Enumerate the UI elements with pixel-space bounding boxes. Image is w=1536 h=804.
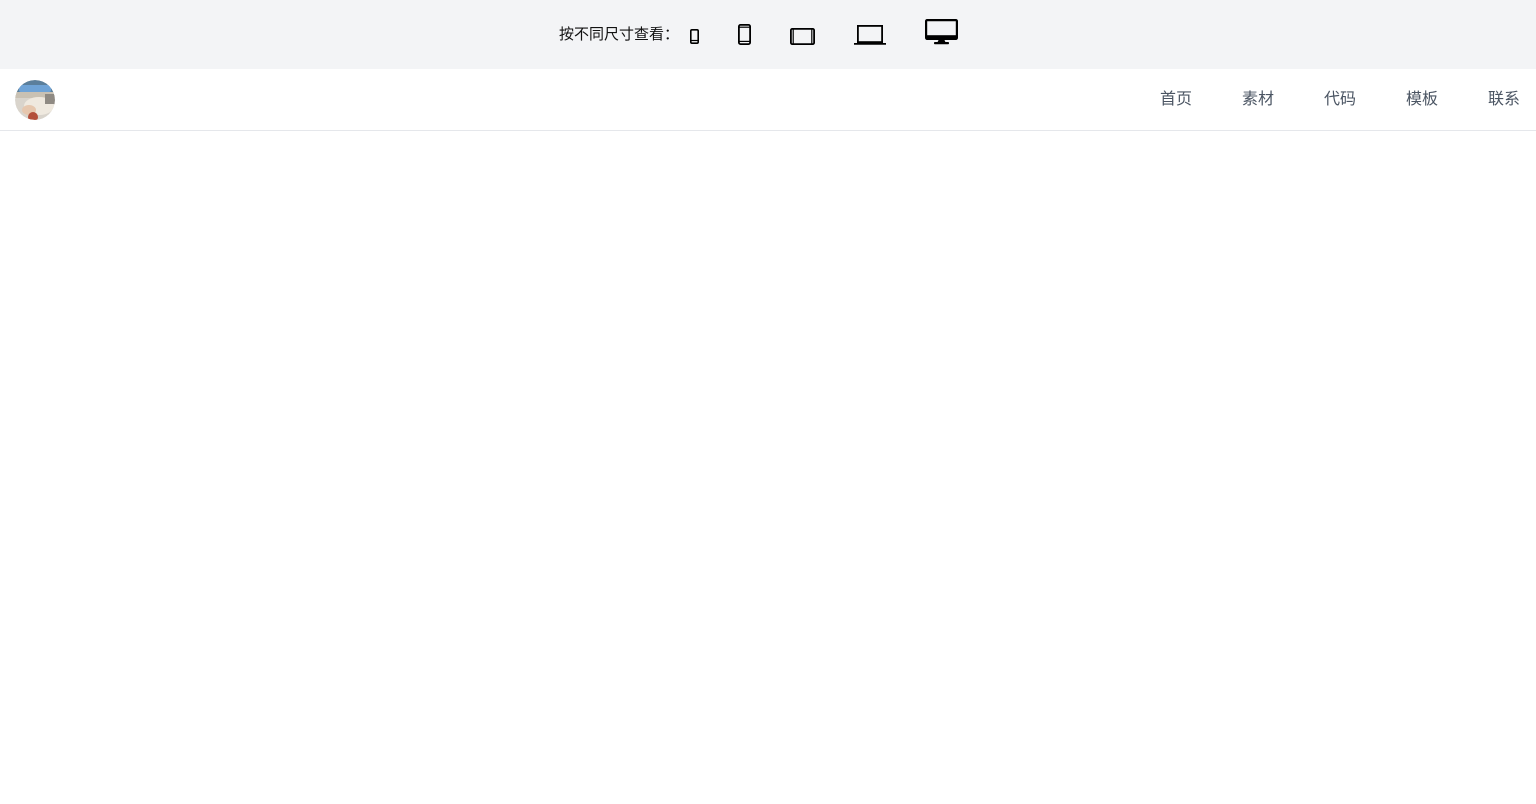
preview-tablet-button[interactable] — [790, 28, 815, 45]
preview-phone-button[interactable] — [738, 24, 751, 45]
phone-small-icon — [690, 29, 699, 44]
phone-icon — [738, 24, 751, 45]
preview-laptop-button[interactable] — [854, 25, 886, 45]
nav-link-templates[interactable]: 模板 — [1406, 88, 1438, 110]
nav-link-home[interactable]: 首页 — [1160, 88, 1192, 110]
nav-link-contact[interactable]: 联系 — [1488, 88, 1520, 110]
nav-link-code[interactable]: 代码 — [1324, 88, 1356, 110]
device-preview-bar: 按不同尺寸查看： — [0, 0, 1536, 69]
nav-link-materials[interactable]: 素材 — [1242, 88, 1274, 110]
avatar[interactable] — [15, 80, 55, 120]
page-content-area — [0, 131, 1536, 804]
desktop-icon — [925, 19, 958, 45]
top-navbar: 首页 素材 代码 模板 联系 — [0, 69, 1536, 131]
tablet-landscape-icon — [790, 28, 815, 45]
preview-small-phone-button[interactable] — [690, 29, 699, 44]
laptop-icon — [854, 25, 886, 45]
preview-desktop-button[interactable] — [925, 19, 958, 45]
device-preview-label: 按不同尺寸查看： — [559, 25, 680, 43]
